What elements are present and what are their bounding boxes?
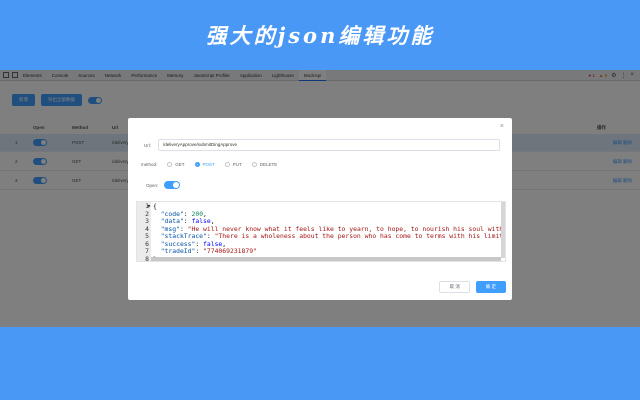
url-label: Url: xyxy=(144,142,151,148)
url-field: Url: /deliveryApprove/submitDingApprove xyxy=(144,139,500,151)
radio-label: PUT xyxy=(232,162,242,167)
browser-screenshot: Elements Console Sources Network Perform… xyxy=(0,70,640,327)
method-radio-post[interactable]: POST xyxy=(194,162,215,167)
json-value: "There is a wholeness about the person w… xyxy=(214,232,506,240)
open-switch[interactable] xyxy=(164,181,181,189)
radio-dot xyxy=(224,162,230,167)
method-radio-get[interactable]: GET xyxy=(167,162,185,167)
json-editor[interactable]: 1 ▾ { 2 "code": 200, 3 "data": false, 4 … xyxy=(136,201,506,262)
method-radio-put[interactable]: PUT xyxy=(224,162,242,167)
json-key: "tradeId" xyxy=(160,247,196,255)
promo-banner: 强大的json编辑功能 xyxy=(0,0,640,70)
confirm-button[interactable]: 确 定 xyxy=(475,281,506,293)
close-icon[interactable]: × xyxy=(500,123,504,130)
method-radio-delete[interactable]: DELETE xyxy=(251,162,278,167)
method-field: method: GET POST PUT DELETE xyxy=(141,162,277,167)
radio-dot xyxy=(194,162,200,167)
url-input[interactable]: /deliveryApprove/submitDingApprove xyxy=(158,139,500,151)
open-field: Open: xyxy=(146,181,181,189)
radio-label: POST xyxy=(202,162,215,167)
radio-dot xyxy=(167,162,173,167)
radio-dot xyxy=(251,162,257,167)
dialog-footer: 取 消 确 定 xyxy=(439,281,506,293)
vertical-scrollbar[interactable] xyxy=(501,202,505,258)
banner-title: 强大的json编辑功能 xyxy=(205,23,435,48)
json-value: "774069231879" xyxy=(203,247,257,255)
horizontal-scrollbar[interactable] xyxy=(151,257,501,261)
radio-label: DELETE xyxy=(259,162,278,167)
open-label: Open: xyxy=(146,182,159,188)
radio-label: GET xyxy=(175,162,185,167)
edit-api-dialog: × Url: /deliveryApprove/submitDingApprov… xyxy=(128,118,512,300)
line-number: 8 xyxy=(145,254,149,262)
method-label: method: xyxy=(141,162,158,167)
cancel-button[interactable]: 取 消 xyxy=(439,281,470,293)
